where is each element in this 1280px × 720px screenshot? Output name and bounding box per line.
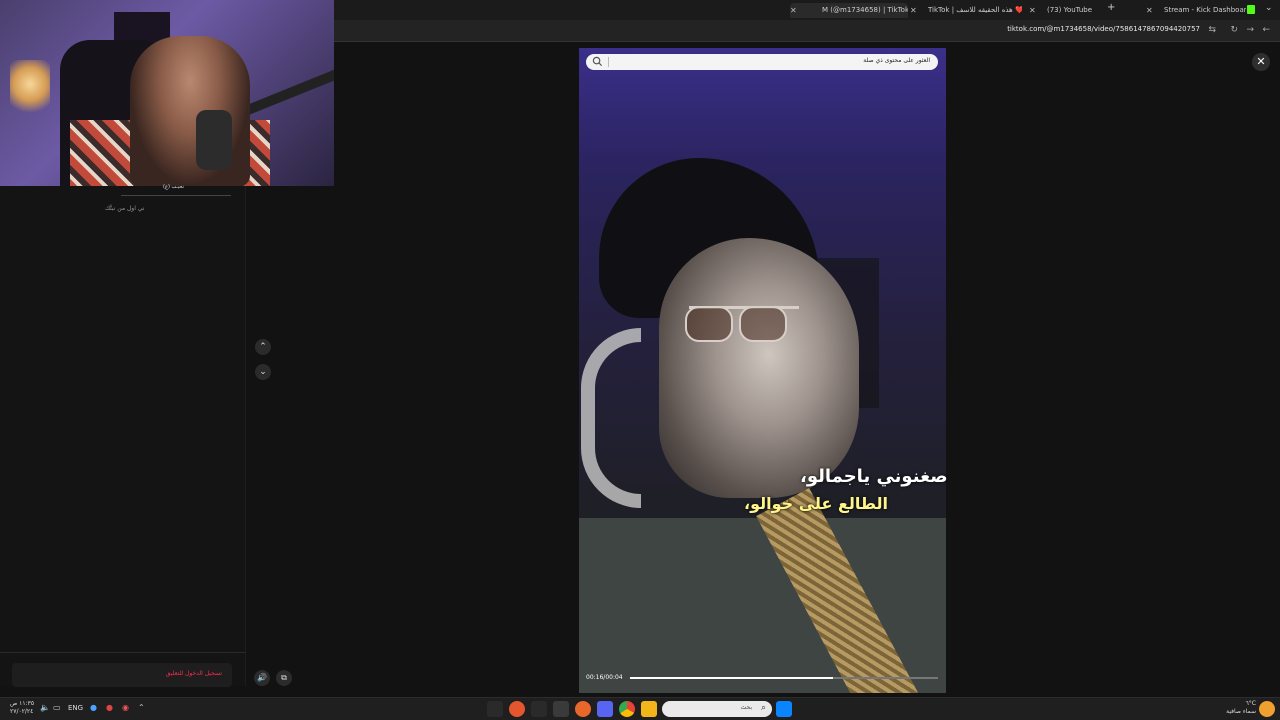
chevron-up-icon: ⌃ (259, 342, 267, 352)
video-glasses-lens (739, 306, 787, 342)
speaker-icon[interactable]: 🔈 (40, 703, 50, 712)
browser-tabbar: + ✕ M (@m1734658) | TikTok ✕ TikTok | هذ… (334, 0, 1280, 20)
capcut-icon[interactable] (531, 701, 547, 717)
address-bar: tiktok.com/@m1734658/video/7586147867094… (334, 20, 1280, 42)
left-panel (0, 186, 246, 686)
streamer (130, 36, 250, 186)
obs-icon[interactable] (487, 701, 503, 717)
search-placeholder: العثور على محتوى ذي صلة (863, 57, 930, 64)
video-person-face (659, 238, 859, 498)
volume-button[interactable]: 🔊 (254, 670, 270, 686)
video-progress-bar[interactable] (630, 677, 938, 679)
tab-tiktok-profile[interactable]: ✕ M (@m1734658) | TikTok (790, 3, 908, 18)
weather-sun-icon (1259, 701, 1275, 717)
close-tab-icon[interactable]: ✕ (1029, 3, 1036, 18)
search-icon: ⌕ (760, 703, 766, 713)
grid-app-icon[interactable] (553, 701, 569, 717)
video-timecode: 00:16/00:04 (586, 674, 623, 681)
reload-icon[interactable]: ↻ (1230, 25, 1238, 35)
webcam-overlay (0, 0, 334, 186)
windows-taskbar: ١١:٣٥ ص ٢٧/٠٢/٢٤ 🔈 ▭ ENG ● ● ◉ ⌃ بحث ⌕ ٦… (0, 697, 1280, 720)
forward-icon[interactable]: → (1246, 25, 1254, 35)
video-headset (581, 328, 641, 508)
kick-icon (1247, 5, 1255, 14)
close-icon: ✕ (1256, 55, 1266, 68)
related-search-bar[interactable]: العثور على محتوى ذي صلة (586, 54, 938, 70)
search-separator (608, 57, 609, 67)
video-player[interactable] (579, 48, 946, 693)
next-video-button[interactable]: ⌄ (255, 364, 271, 380)
tab-kick-dashboard[interactable]: ✕ Stream - Kick Dashboard (1146, 3, 1246, 18)
speaker-icon: 🔊 (257, 673, 267, 682)
weather-temp: ٦°C (1245, 700, 1256, 707)
video-glasses-lens (685, 306, 733, 342)
tab-search-chevron-icon[interactable]: ⌄ (1265, 3, 1273, 13)
clock-date: ٢٧/٠٢/٢٤ (10, 708, 34, 715)
chrome-icon[interactable] (619, 701, 635, 717)
microphone (196, 110, 232, 170)
app-tray-icon[interactable]: ◉ (122, 703, 129, 712)
taskbar-clock[interactable]: ١١:٣٥ ص ٢٧/٠٢/٢٤ (10, 700, 34, 716)
close-tab-icon[interactable]: ✕ (1146, 3, 1153, 18)
lamp-light (10, 60, 50, 120)
tab-title: M (@m1734658) | TikTok (822, 6, 908, 14)
tab-youtube[interactable]: ✕ (73) YouTube (1029, 3, 1137, 18)
close-tab-icon[interactable]: ✕ (790, 3, 797, 18)
login-to-comment-link[interactable]: تسجيل الدخول للتعليق (166, 670, 222, 677)
divider (0, 652, 246, 653)
language-indicator[interactable]: ENG (68, 704, 83, 712)
tab-tiktok-video[interactable]: ✕ TikTok | هذه الحقيقه للاسف ❤️ (910, 3, 1022, 18)
firefox-icon[interactable] (575, 701, 591, 717)
close-tab-icon[interactable]: ✕ (910, 3, 917, 18)
tab-title: TikTok | هذه الحقيقه للاسف ❤️ (928, 6, 1022, 14)
comment-text: ني اول من نبتَّك (105, 205, 145, 212)
divider (121, 195, 231, 196)
previous-video-button[interactable]: ⌃ (255, 339, 271, 355)
url-text[interactable]: tiktok.com/@m1734658/video/7586147867094… (1007, 25, 1200, 33)
search-icon (592, 56, 603, 67)
screen: + ✕ M (@m1734658) | TikTok ✕ TikTok | هذ… (0, 0, 1280, 720)
taskbar-search[interactable]: بحث ⌕ (662, 701, 772, 717)
video-progress-fill (630, 677, 834, 679)
discord-icon[interactable] (597, 701, 613, 717)
video-caption-line1: صغنوني ياجمالو، (800, 466, 948, 487)
comment-login-box[interactable]: تسجيل الدخول للتعليق (12, 663, 232, 687)
chevron-down-icon: ⌄ (259, 367, 267, 377)
tab-title: Stream - Kick Dashboard (1164, 6, 1246, 14)
taskbar-weather[interactable]: ٦°C سماء صافية (1222, 700, 1256, 716)
mic-icon[interactable]: ● (90, 703, 97, 712)
tab-title: (73) YouTube (1047, 6, 1093, 14)
video-caption-line2: الطالع على خوالو، (744, 494, 888, 513)
translate-icon[interactable]: ⇆ (1208, 25, 1216, 35)
picture-in-picture-button[interactable]: ⧉ (276, 670, 292, 686)
clock-time: ١١:٣٥ ص (10, 700, 35, 707)
chevron-up-icon[interactable]: ⌃ (138, 703, 145, 712)
file-explorer-icon[interactable] (641, 701, 657, 717)
windows-start-icon[interactable] (776, 701, 792, 717)
app-icon-orange[interactable] (509, 701, 525, 717)
record-icon[interactable]: ● (106, 703, 113, 712)
network-icon[interactable]: ▭ (53, 703, 61, 712)
comment-author: (ع) نحيـب (163, 184, 184, 190)
taskbar-search-placeholder: بحث (740, 704, 752, 711)
pip-icon: ⧉ (281, 673, 287, 682)
close-video-button[interactable]: ✕ (1252, 53, 1270, 71)
back-icon[interactable]: ← (1262, 25, 1270, 35)
weather-desc: سماء صافية (1226, 708, 1256, 715)
